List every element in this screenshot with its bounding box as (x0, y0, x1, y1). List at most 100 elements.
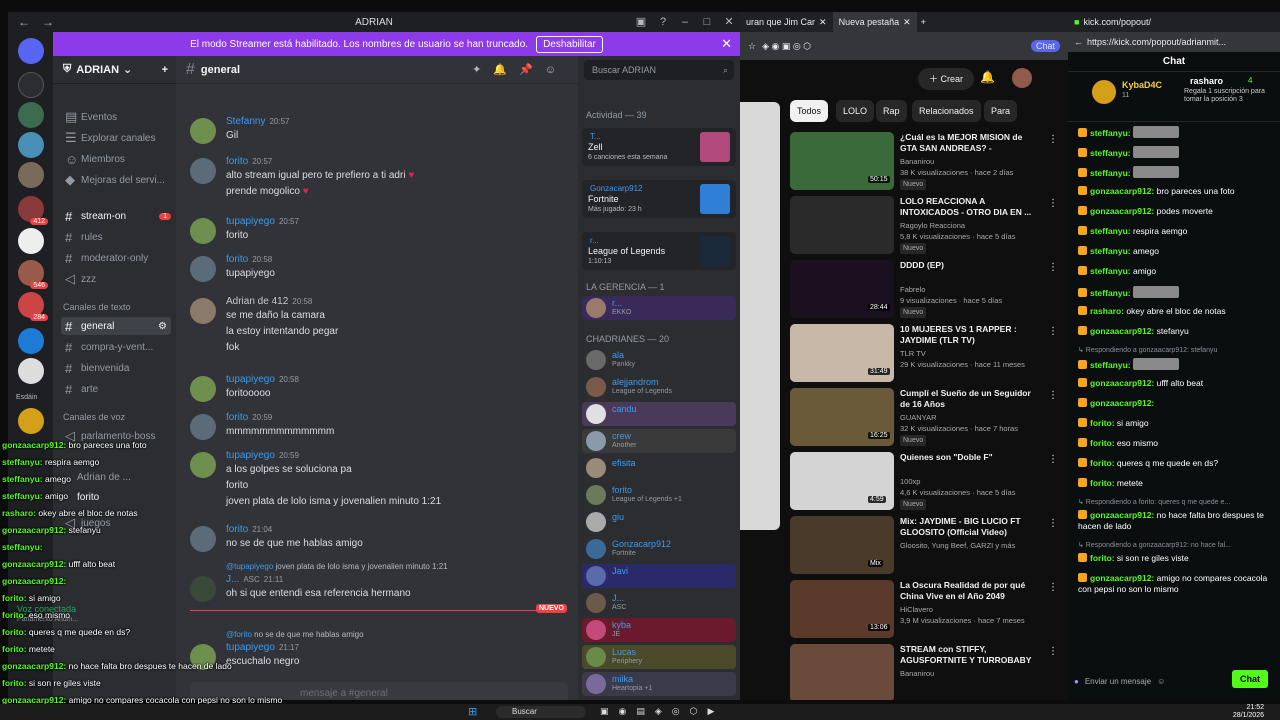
video-card[interactable]: LOLO REACCIONA A INTOXICADOS - OTRO DIA … (790, 196, 1062, 256)
more-options-icon[interactable]: ⋮ (1048, 582, 1058, 593)
video-channel[interactable]: Ragoylo Reacciona (900, 220, 1040, 231)
channel-compra-y-venta[interactable]: # compra-y-vent... (61, 338, 171, 356)
filter-chip[interactable]: Relacionados (912, 100, 981, 122)
video-channel[interactable]: Gloosito, Yung Beef, GARZI y más (900, 540, 1040, 551)
message-author[interactable]: tupapiyego 20:58 (226, 374, 299, 385)
message-author[interactable]: forito 20:57 (226, 156, 272, 167)
chat-username[interactable]: forito: (1090, 553, 1117, 563)
boosts-link[interactable]: ◆ Mejoras del servi... (61, 171, 171, 189)
member-row[interactable]: r... EKKO (582, 296, 736, 320)
member-row[interactable]: kyba JE (582, 618, 736, 642)
emote-icon[interactable]: ☺ (1157, 677, 1165, 686)
browse-channels-link[interactable]: ☰ Explorar canales (61, 129, 171, 147)
channel-rules[interactable]: # rules (61, 228, 171, 246)
member-row[interactable]: efisita (582, 456, 736, 480)
video-channel[interactable]: GUANYAR (900, 412, 1040, 423)
chat-username[interactable]: gonzaacarp912: (1090, 326, 1157, 336)
extensions-icon[interactable]: ◈ ◉ ▣ ◎ ⬡ (762, 41, 811, 52)
video-title[interactable]: Cumplí el Sueño de un Seguidor de 16 Año… (900, 388, 1032, 410)
video-channel[interactable]: TLR TV (900, 348, 1040, 359)
video-card[interactable]: STREAM con STIFFY, AGUSFORTNITE Y TURROB… (790, 644, 1062, 700)
channel-moderator-only[interactable]: # moderator-only (61, 249, 171, 267)
add-user-icon[interactable]: + (162, 64, 168, 76)
chat-username[interactable]: forito: (1090, 438, 1117, 448)
chat-username[interactable]: steffanyu: (1090, 266, 1133, 276)
more-options-icon[interactable]: ⋮ (1048, 262, 1058, 273)
member-row[interactable]: candu (582, 402, 736, 426)
more-options-icon[interactable]: ⋮ (1048, 198, 1058, 209)
video-title[interactable]: STREAM con STIFFY, AGUSFORTNITE Y TURROB… (900, 644, 1032, 666)
filter-chip[interactable]: Rap (876, 100, 907, 122)
avatar[interactable] (190, 158, 216, 184)
video-channel[interactable]: 100xp (900, 476, 1040, 487)
message-author[interactable]: forito 21:04 (226, 524, 272, 535)
channel-zzz[interactable]: ◁ zzz (61, 270, 171, 288)
activity-card[interactable]: r... League of Legends 1:10:13 (582, 232, 736, 270)
tab-video[interactable]: uran que Jim Car ✕ (740, 12, 833, 32)
video-title[interactable]: 10 MUJERES VS 1 RAPPER : JAYDIME (TLR TV… (900, 324, 1032, 346)
server-icon[interactable] (18, 72, 44, 98)
video-title[interactable]: DDDD (EP) (900, 260, 1032, 271)
video-thumbnail[interactable] (790, 196, 894, 254)
message-author[interactable]: tupapiyego 21:17 (226, 642, 299, 653)
chat-username[interactable]: steffanyu: (1090, 148, 1133, 158)
more-options-icon[interactable]: ⋮ (1048, 326, 1058, 337)
avatar[interactable] (190, 298, 216, 324)
maximize-button[interactable]: □ (696, 12, 718, 32)
close-button[interactable]: ✕ (718, 12, 740, 32)
server-icon[interactable] (18, 132, 44, 158)
events-link[interactable]: ▤ Eventos (61, 108, 171, 126)
chat-input[interactable]: ● Enviar un mensaje ☺ Chat (1074, 666, 1274, 696)
video-channel[interactable]: Bananirou (900, 668, 1040, 679)
chat-ai-button[interactable]: Chat (1030, 40, 1060, 52)
chat-username[interactable]: steffanyu: (1090, 128, 1133, 138)
chat-username[interactable]: steffanyu: (1090, 288, 1133, 298)
chat-username[interactable]: forito: (1090, 458, 1117, 468)
video-channel[interactable]: Fabrelo (900, 284, 1040, 295)
message-author[interactable]: tupapiyego 20:57 (226, 216, 299, 227)
avatar[interactable] (190, 526, 216, 552)
server-icon[interactable] (18, 228, 44, 254)
video-card[interactable]: 31:49 10 MUJERES VS 1 RAPPER : JAYDIME (T… (790, 324, 1062, 384)
new-tab-icon[interactable]: + (921, 17, 926, 27)
address-bar[interactable]: ← https://kick.com/popout/adrianmit... (1068, 32, 1280, 52)
video-channel[interactable]: Bananirou (900, 156, 1040, 167)
video-card[interactable]: 16:25 Cumplí el Sueño de un Seguidor de 1… (790, 388, 1062, 448)
avatar[interactable] (190, 376, 216, 402)
chat-username[interactable]: gonzaacarp912: (1090, 206, 1157, 216)
minimize-button[interactable]: – (674, 12, 696, 32)
activity-card[interactable]: Gonzacarp912 Fortnite Más jugado: 23 h (582, 180, 736, 218)
channel-bienvenida[interactable]: # bienvenida (61, 359, 171, 377)
close-icon[interactable]: ✕ (819, 17, 827, 28)
message-author[interactable]: Stefanny 20:57 (226, 116, 290, 127)
header-actions[interactable]: ✦🔔📌☺ (472, 63, 568, 76)
create-button[interactable]: ＋ Crear (918, 68, 974, 90)
bell-icon[interactable]: 🔔 (980, 70, 995, 84)
server-icon[interactable]: 546 (18, 260, 48, 289)
member-row[interactable]: forito League of Legends +1 (582, 483, 736, 507)
video-card[interactable]: 13:06 La Oscura Realidad de por qué China… (790, 580, 1062, 640)
video-channel[interactable]: HiClavero (900, 604, 1040, 615)
server-icon[interactable] (18, 102, 44, 128)
filter-chip[interactable]: Todos (790, 100, 829, 122)
member-row[interactable]: ala Pankky (582, 348, 736, 372)
tab-new[interactable]: Nueva pestaña ✕ (832, 12, 917, 32)
more-options-icon[interactable]: ⋮ (1048, 454, 1058, 465)
video-title[interactable]: Mix: JAYDIME - BIG LUCIO FT GLOOSITO (Of… (900, 516, 1032, 538)
video-title[interactable]: Quienes son "Doble F" (900, 452, 1032, 463)
message-author[interactable]: Adrian de 412 20:58 (226, 296, 312, 307)
message-author[interactable]: J... ASC 21:11 (226, 574, 283, 585)
filter-chip[interactable]: LOLO (836, 100, 875, 122)
video-card[interactable]: 28:44 DDDD (EP) Fabrelo 9 visualizaciones ·… (790, 260, 1062, 320)
video-title[interactable]: LOLO REACCIONA A INTOXICADOS - OTRO DIA … (900, 196, 1032, 218)
avatar[interactable] (190, 414, 216, 440)
channel-arte[interactable]: # arte (61, 380, 171, 398)
avatar[interactable] (1012, 68, 1032, 88)
video-card[interactable]: 4:59 Quienes son "Doble F" 100xp 4,6 K visu… (790, 452, 1062, 512)
taskbar-search[interactable]: Buscar (496, 706, 586, 718)
message-author[interactable]: tupapiyego 20:59 (226, 450, 299, 461)
chat-username[interactable]: steffanyu: (1090, 226, 1133, 236)
chat-username[interactable]: forito: (1090, 478, 1117, 488)
server-icon[interactable] (18, 328, 44, 354)
discord-home-icon[interactable] (18, 38, 44, 64)
